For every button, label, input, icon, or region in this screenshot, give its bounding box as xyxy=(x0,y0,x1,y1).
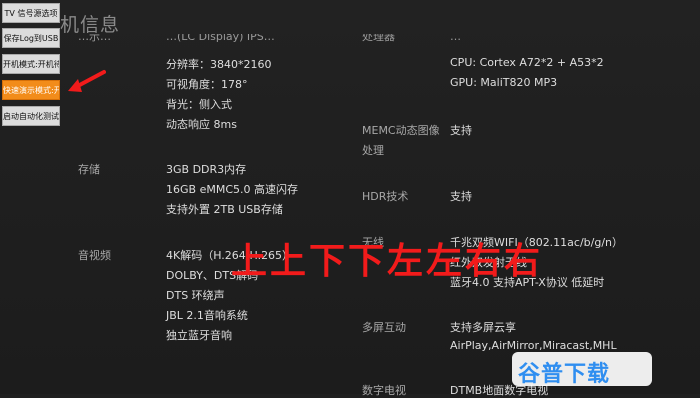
av-label: 音视频 xyxy=(78,249,111,262)
multiscreen-label: 多屏互动 xyxy=(362,321,406,334)
save-log-usb-button[interactable]: 保存Log到USB xyxy=(2,28,60,48)
cpu-value: CPU: Cortex A72*2 + A53*2 xyxy=(450,56,604,69)
quick-demo-mode-button[interactable]: 快速演示模式:开 xyxy=(2,80,60,100)
storage-label: 存储 xyxy=(78,163,100,176)
gpu-value: GPU: MaliT820 MP3 xyxy=(450,76,558,89)
dtv-label: 数字电视 xyxy=(362,384,406,397)
multiscreen-share: 支持多屏云享 xyxy=(450,321,516,334)
display-viewing-angle: 可视角度：178° xyxy=(166,78,248,91)
display-resolution: 分辨率：3840*2160 xyxy=(166,58,272,71)
top-cut-processor-value: … xyxy=(450,34,461,43)
tv-source-options-button[interactable]: TV 信号源选项 xyxy=(2,3,60,23)
hdr-label: HDR技术 xyxy=(362,190,409,203)
page-title: 机信息 xyxy=(60,14,121,36)
auto-test-button[interactable]: 启动自动化测试 xyxy=(2,106,60,126)
boot-mode-button[interactable]: 开机模式:开机待机 xyxy=(2,54,60,74)
storage-usb: 支持外置 2TB USB存储 xyxy=(166,203,283,216)
memc-value: 支持 xyxy=(450,124,472,137)
memc-label-line2: 处理 xyxy=(362,144,384,157)
display-response-time: 动态响应 8ms xyxy=(166,118,237,131)
storage-ram: 3GB DDR3内存 xyxy=(166,163,247,176)
hdr-value: 支持 xyxy=(450,190,472,203)
red-arrow-icon xyxy=(68,70,106,92)
top-cut-left-label: …示… xyxy=(78,34,111,43)
storage-flash: 16GB eMMC5.0 高速闪存 xyxy=(166,183,298,196)
av-bluetooth: 独立蓝牙音响 xyxy=(166,329,232,342)
cheat-code-overlay: 上上下下左左右右 xyxy=(231,241,544,282)
watermark-logo: 谷普下载 xyxy=(518,362,611,387)
av-speakers: JBL 2.1音响系统 xyxy=(166,309,248,322)
memc-label-line1: MEMC动态图像 xyxy=(362,124,440,137)
tv-info-screen: 机信息 …示… …(LC Display) IPS… 处理器 … 分辨率：384… xyxy=(0,0,700,397)
top-cut-processor-label: 处理器 xyxy=(362,34,395,43)
multiscreen-protocols: AirPlay,AirMirror,Miracast,MHL xyxy=(450,339,617,352)
display-backlight: 背光：侧入式 xyxy=(166,98,232,111)
av-surround: DTS 环绕声 xyxy=(166,289,225,302)
top-cut-display-value: …(LC Display) IPS… xyxy=(166,34,275,43)
